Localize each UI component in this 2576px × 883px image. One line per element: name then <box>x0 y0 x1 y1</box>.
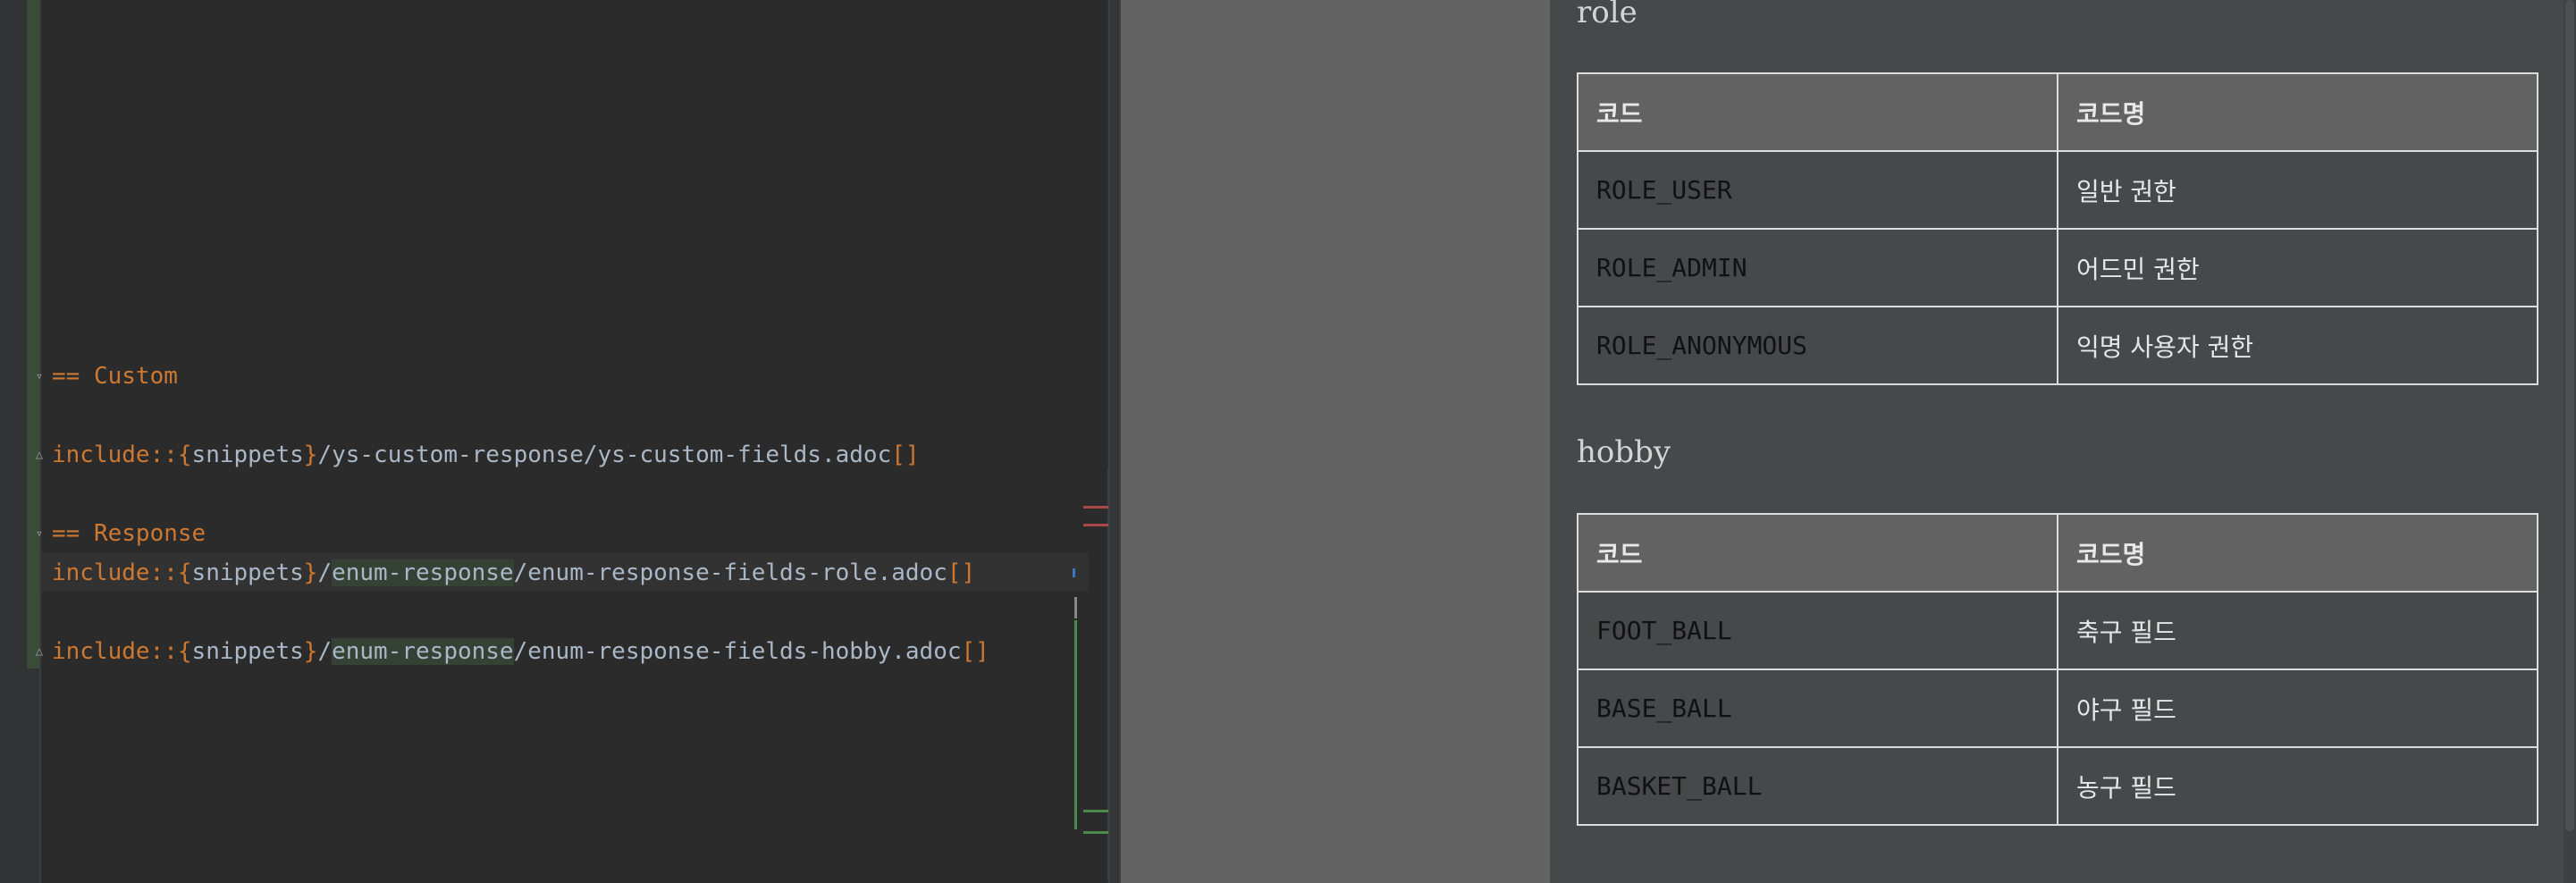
vcs-change-marker[interactable] <box>27 0 39 669</box>
fold-end-icon[interactable]: △ <box>32 448 46 462</box>
error-stripe-mark[interactable] <box>1083 524 1108 526</box>
preview-scrollbar-thumb[interactable] <box>2565 0 2574 831</box>
code-line-include-custom[interactable]: include::{snippets}/ys-custom-response/y… <box>52 435 920 475</box>
fold-collapse-icon[interactable]: ▿ <box>32 526 46 541</box>
table-row: ROLE_ADMIN 어드민 권한 <box>1577 228 2538 307</box>
role-table: 코드 코드명 ROLE_USER 일반 권한 ROLE_ADMIN 어드민 권한… <box>1577 72 2538 385</box>
preview-margin <box>1121 0 1550 883</box>
code-editor[interactable]: ▿ △ ▿ △ == Custom include::{snippets}/ys… <box>0 0 1119 883</box>
table-header-code: 코드 <box>1577 72 2058 152</box>
code-line-include-role[interactable]: include::{snippets}/enum-response/enum-r… <box>52 553 975 593</box>
fold-end-icon[interactable]: △ <box>32 644 46 659</box>
code-token-keyword: == Response <box>52 520 206 547</box>
hobby-table: 코드 코드명 FOOT_BALL 축구 필드 BASE_BALL 야구 필드 B… <box>1577 513 2538 826</box>
table-header-code-name: 코드명 <box>2057 72 2538 152</box>
code-token-keyword: [] <box>947 559 976 586</box>
table-header-row: 코드 코드명 <box>1577 72 2538 152</box>
section-title-hobby: hobby <box>1577 434 1671 470</box>
table-header-code: 코드 <box>1577 513 2058 593</box>
fold-stripe-mark <box>1074 597 1077 618</box>
code-token-keyword: include::{ <box>52 638 192 665</box>
table-row: BASE_BALL 야구 필드 <box>1577 669 2538 748</box>
table-cell-code-name: 축구 필드 <box>2057 591 2538 670</box>
error-stripe-mark[interactable] <box>1083 506 1108 509</box>
table-row: BASKET_BALL 농구 필드 <box>1577 746 2538 826</box>
code-token-keyword: [] <box>891 442 920 468</box>
code-line-include-hobby[interactable]: include::{snippets}/enum-response/enum-r… <box>52 632 989 671</box>
code-token-keyword: } <box>303 638 318 665</box>
gutter-separator <box>39 0 41 883</box>
code-token-keyword: include::{ <box>52 442 192 468</box>
code-token-highlighted: enum-response <box>332 638 514 665</box>
table-cell-code-name: 야구 필드 <box>2057 669 2538 748</box>
table-cell-code: ROLE_ANONYMOUS <box>1577 306 2058 385</box>
table-cell-code-name: 농구 필드 <box>2057 746 2538 826</box>
table-cell-code: ROLE_ADMIN <box>1577 228 2058 307</box>
pane-splitter-inner[interactable] <box>1110 0 1119 883</box>
code-token-keyword: [] <box>961 638 989 665</box>
code-token-text: /ys-custom-response/ys-custom-fields.ado… <box>317 442 892 468</box>
code-token-keyword: include::{ <box>52 559 192 586</box>
code-token-text: snippets <box>191 442 304 468</box>
caret-stripe-mark <box>1073 568 1075 577</box>
table-cell-code: FOOT_BALL <box>1577 591 2058 670</box>
table-cell-code-name: 일반 권한 <box>2057 150 2538 230</box>
code-line-section-response[interactable]: == Response <box>52 514 206 553</box>
table-cell-code: BASE_BALL <box>1577 669 2058 748</box>
code-token-keyword: == Custom <box>52 363 178 390</box>
code-token-text: / <box>317 638 333 665</box>
table-row: ROLE_ANONYMOUS 익명 사용자 권한 <box>1577 306 2538 385</box>
code-token-text: /enum-response-fields-hobby.adoc <box>513 638 962 665</box>
preview-scrollbar[interactable] <box>2563 0 2576 883</box>
code-line-section-custom[interactable]: == Custom <box>52 357 178 396</box>
code-token-text: / <box>317 559 333 586</box>
change-stripe-mark[interactable] <box>1083 810 1108 812</box>
table-cell-code-name: 어드민 권한 <box>2057 228 2538 307</box>
code-token-keyword: } <box>303 442 318 468</box>
table-cell-code: BASKET_BALL <box>1577 746 2058 826</box>
table-header-code-name: 코드명 <box>2057 513 2538 593</box>
asciidoc-preview: role 코드 코드명 ROLE_USER 일반 권한 ROLE_ADMIN 어… <box>1550 0 2576 883</box>
code-token-keyword: } <box>303 559 318 586</box>
section-title-role: role <box>1577 0 1637 30</box>
change-stripe-mark <box>1074 620 1077 829</box>
table-row: FOOT_BALL 축구 필드 <box>1577 591 2538 670</box>
table-cell-code: ROLE_USER <box>1577 150 2058 230</box>
table-cell-code-name: 익명 사용자 권한 <box>2057 306 2538 385</box>
table-row: ROLE_USER 일반 권한 <box>1577 150 2538 230</box>
fold-collapse-icon[interactable]: ▿ <box>32 369 46 383</box>
code-token-highlighted: enum-response <box>332 559 514 586</box>
code-token-text: snippets <box>191 559 304 586</box>
table-header-row: 코드 코드명 <box>1577 513 2538 593</box>
code-token-text: /enum-response-fields-role.adoc <box>513 559 947 586</box>
change-stripe-mark[interactable] <box>1083 831 1108 834</box>
code-token-text: snippets <box>191 638 304 665</box>
